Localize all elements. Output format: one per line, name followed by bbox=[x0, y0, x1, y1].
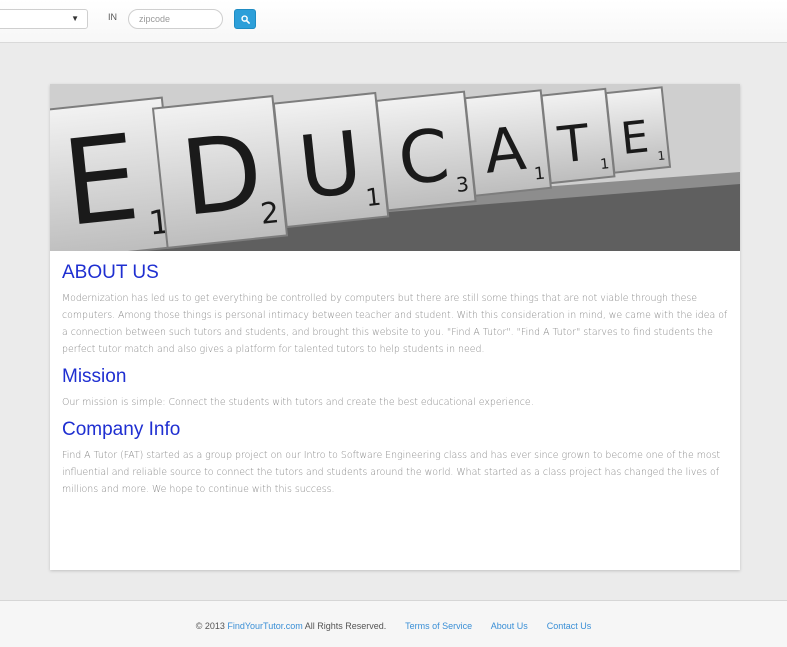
footer-terms-link[interactable]: Terms of Service bbox=[405, 621, 472, 631]
footer-links: © 2013 FindYourTutor.com All Rights Rese… bbox=[0, 621, 787, 631]
tile-score: 1 bbox=[600, 156, 611, 173]
tile-letter: D bbox=[176, 110, 268, 240]
tile-letter: E bbox=[57, 108, 146, 251]
footer-site-link[interactable]: FindYourTutor.com bbox=[227, 621, 302, 631]
footer-copyright: © 2013 bbox=[195, 621, 225, 631]
about-text: Modernization has led us to get everythi… bbox=[62, 293, 728, 355]
company-info-title: Company Info bbox=[62, 419, 181, 440]
footer-rights: All Rights Reserved. bbox=[304, 621, 387, 631]
top-search-bar: ▼ IN bbox=[0, 0, 787, 43]
tile-score: 1 bbox=[657, 148, 666, 163]
tile-letter: E bbox=[618, 111, 651, 165]
tile-letter: A bbox=[481, 114, 529, 188]
tile-letter: U bbox=[294, 113, 367, 219]
footer-contact-link[interactable]: Contact Us bbox=[547, 621, 592, 631]
tile-letter: T bbox=[554, 114, 592, 175]
company-info-text: Find A Tutor (FAT) started as a group pr… bbox=[62, 450, 721, 495]
tile-score: 1 bbox=[364, 183, 382, 212]
scrabble-tiles-image: E 1 D2 U1 C 3 A 1 T 1 E 1 bbox=[50, 84, 740, 251]
scrabble-tile: C3 bbox=[375, 90, 477, 212]
footer-about-link[interactable]: About Us bbox=[491, 621, 528, 631]
zipcode-input[interactable] bbox=[128, 9, 223, 29]
mission-title: Mission bbox=[62, 366, 127, 387]
mission-text: Our mission is simple: Connect the stude… bbox=[62, 397, 534, 408]
tile-score: 2 bbox=[259, 195, 281, 231]
chevron-down-icon: ▼ bbox=[71, 14, 79, 23]
tile-score: 3 bbox=[455, 172, 470, 197]
scrabble-tile: U1 bbox=[272, 91, 390, 229]
footer: © 2013 FindYourTutor.com All Rights Rese… bbox=[0, 600, 787, 647]
about-content: ABOUT US Modernization has led us to get… bbox=[62, 262, 728, 498]
scrabble-tile: T1 bbox=[540, 87, 616, 185]
educate-hero-image: E1D2U1C3A1T1E1 bbox=[50, 84, 740, 251]
content-card: E1D2U1C3A1T1E1 ABOUT US Modernization ha… bbox=[50, 84, 740, 570]
search-icon bbox=[240, 14, 250, 24]
scrabble-tile: A1 bbox=[463, 89, 553, 197]
subject-select[interactable]: ▼ bbox=[0, 9, 88, 29]
search-button[interactable] bbox=[234, 9, 256, 29]
tile-letter: C bbox=[394, 113, 453, 202]
scrabble-tile: D2 bbox=[151, 95, 289, 249]
about-title: ABOUT US bbox=[62, 262, 159, 283]
in-label: IN bbox=[108, 12, 117, 22]
scrabble-tile: E1 bbox=[604, 86, 672, 174]
tile-score: 1 bbox=[533, 164, 546, 185]
